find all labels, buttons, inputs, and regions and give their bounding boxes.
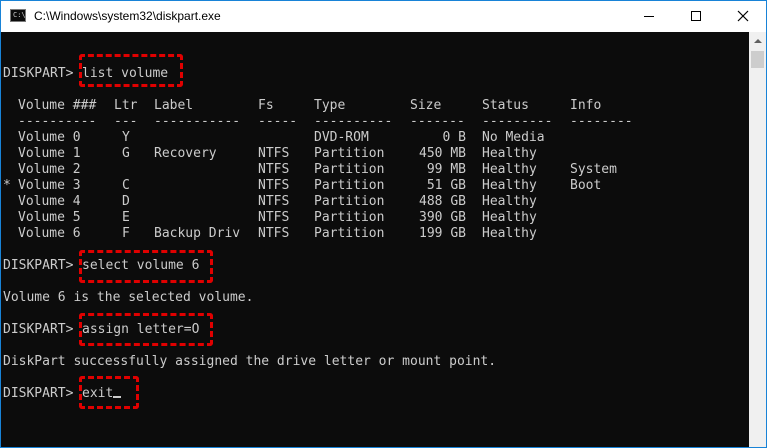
fs-cell: NTFS [258, 162, 290, 177]
cmd-icon: C:\ [10, 9, 26, 22]
table-row: Volume 4 D NTFS Partition 488 GB Healthy [3, 194, 537, 210]
maximize-button[interactable] [673, 1, 719, 32]
column-header: Info [570, 98, 602, 113]
type-cell: Partition [314, 210, 385, 225]
prompt-text: DISKPART> [3, 258, 82, 273]
scroll-up-button[interactable] [749, 32, 766, 49]
highlight-box-select-volume [79, 250, 213, 283]
size-cell: 199 GB [419, 226, 466, 241]
letter-cell: E [122, 210, 130, 225]
current-volume-marker: * [3, 178, 11, 193]
prompt-text: DISKPART> [3, 66, 82, 81]
separator-text: ---------- [314, 114, 393, 129]
status-cell: Healthy [482, 178, 537, 193]
maximize-icon [691, 11, 701, 21]
volume-cell: Volume 4 [18, 194, 81, 209]
type-cell: Partition [314, 194, 385, 209]
size-cell: 99 MB [426, 162, 466, 177]
title-bar[interactable]: C:\ C:\Windows\system32\diskpart.exe [1, 1, 766, 32]
volume-cell: Volume 6 [18, 226, 81, 241]
separator-text: ---------- [18, 114, 97, 129]
type-cell: DVD-ROM [314, 130, 369, 145]
type-cell: Partition [314, 178, 385, 193]
highlight-box-assign-letter [79, 313, 213, 346]
separator-text: --------- [482, 114, 553, 129]
letter-cell: G [122, 146, 130, 161]
scrollbar-thumb[interactable] [751, 51, 764, 68]
column-header: Label [154, 98, 194, 113]
table-row: Volume 6 F Backup Driv NTFS Partition 19… [3, 226, 537, 242]
separator-text: ----- [258, 114, 298, 129]
status-cell: Healthy [482, 210, 537, 225]
window-title: C:\Windows\system32\diskpart.exe [34, 9, 221, 23]
separator-text: ------- [410, 114, 465, 129]
column-header: Status [482, 98, 529, 113]
close-icon [737, 10, 749, 22]
table-row: Volume 5 E NTFS Partition 390 GB Healthy [3, 210, 537, 226]
output-line-assign: DiskPart successfully assigned the drive… [3, 354, 497, 369]
fs-cell: NTFS [258, 178, 290, 193]
size-cell: 51 GB [426, 178, 466, 193]
column-header: Fs [258, 98, 274, 113]
size-cell: 0 B [442, 130, 466, 145]
command-line-select-volume: DISKPART> select volume 6 [3, 258, 199, 274]
output-line-select: Volume 6 is the selected volume. [3, 290, 254, 305]
status-cell: Healthy [482, 194, 537, 209]
highlight-box-exit [79, 376, 139, 409]
fs-cell: NTFS [258, 146, 290, 161]
letter-cell: C [122, 178, 130, 193]
fs-cell: NTFS [258, 210, 290, 225]
close-button[interactable] [720, 1, 766, 32]
volume-cell: Volume 0 [18, 130, 81, 145]
fs-cell: NTFS [258, 226, 290, 241]
label-cell: Backup Driv [154, 226, 241, 241]
column-header: Size [410, 98, 442, 113]
type-cell: Partition [314, 162, 385, 177]
console-output[interactable]: DISKPART> list volume Volume ### Ltr Lab… [1, 32, 749, 447]
info-cell: Boot [570, 178, 602, 193]
prompt-text: DISKPART> [3, 322, 82, 337]
command-line-exit: DISKPART> exit [3, 386, 122, 402]
status-cell: Healthy [482, 162, 537, 177]
chevron-up-icon [754, 39, 762, 43]
fs-cell: NTFS [258, 194, 290, 209]
size-cell: 450 MB [419, 146, 466, 161]
column-header: Ltr [114, 98, 138, 113]
type-cell: Partition [314, 226, 385, 241]
letter-cell: D [122, 194, 130, 209]
volume-cell: Volume 5 [18, 210, 81, 225]
status-cell: Healthy [482, 226, 537, 241]
size-cell: 390 GB [419, 210, 466, 225]
table-row: Volume 1 G Recovery NTFS Partition 450 M… [3, 146, 537, 162]
separator-text: --- [114, 114, 138, 129]
status-cell: No Media [482, 130, 545, 145]
size-cell: 488 GB [419, 194, 466, 209]
column-header: Volume ### [18, 98, 97, 113]
status-cell: Healthy [482, 146, 537, 161]
label-cell: Recovery [154, 146, 217, 161]
table-header-row: Volume ### Ltr Label Fs Type Size Status… [3, 98, 601, 114]
separator-text: -------- [570, 114, 633, 129]
console-window: C:\ C:\Windows\system32\diskpart.exe DIS… [0, 0, 767, 448]
minimize-button[interactable] [626, 1, 672, 32]
table-separator-row: ---------- --- ----------- ----- -------… [3, 114, 633, 130]
letter-cell: Y [122, 130, 130, 145]
highlight-box-list-volume [79, 54, 183, 87]
separator-text: ----------- [154, 114, 241, 129]
prompt-text: DISKPART> [3, 386, 82, 401]
table-row: * Volume 3 C NTFS Partition 51 GB Health… [3, 178, 601, 194]
info-cell: System [570, 162, 617, 177]
volume-cell: Volume 1 [18, 146, 81, 161]
vertical-scrollbar[interactable] [749, 32, 766, 447]
command-line-list-volume: DISKPART> list volume [3, 66, 168, 82]
type-cell: Partition [314, 146, 385, 161]
column-header: Type [314, 98, 346, 113]
volume-cell: Volume 3 [18, 178, 81, 193]
command-line-assign-letter: DISKPART> assign letter=O [3, 322, 199, 338]
table-row: Volume 2 NTFS Partition 99 MB Healthy Sy… [3, 162, 617, 178]
volume-cell: Volume 2 [18, 162, 81, 177]
letter-cell: F [122, 226, 130, 241]
minimize-icon [644, 16, 654, 17]
table-row: Volume 0 Y DVD-ROM 0 B No Media [3, 130, 545, 146]
